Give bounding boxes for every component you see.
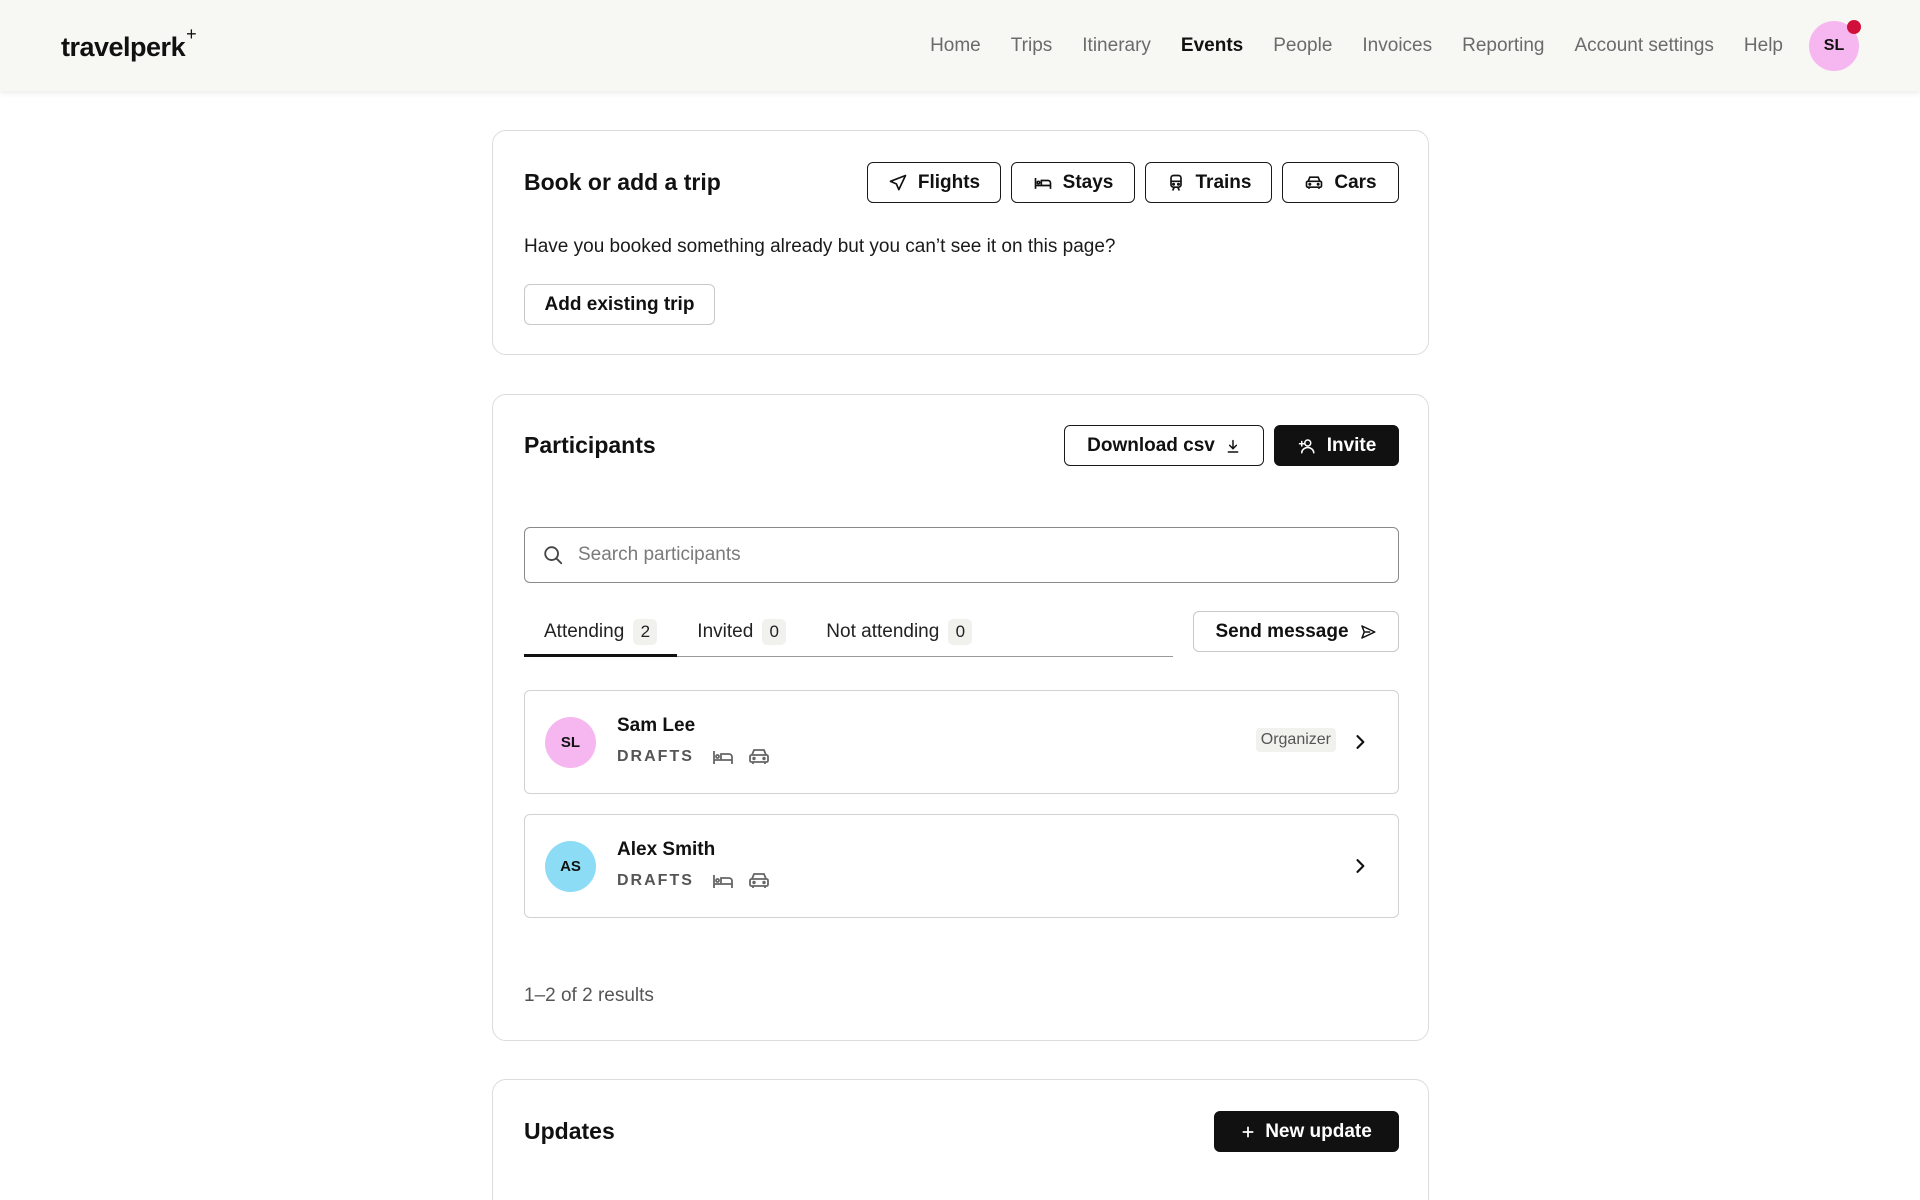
train-icon [1169, 174, 1182, 191]
stays-button[interactable]: Stays [1011, 162, 1135, 203]
bed-icon [1034, 177, 1051, 189]
nav-item-help[interactable]: Help [1744, 35, 1783, 57]
send-message-label: Send message [1215, 620, 1349, 642]
participant-row[interactable]: AS Alex Smith DRAFTS [524, 814, 1399, 918]
cars-button[interactable]: Cars [1282, 162, 1399, 203]
car-icon [749, 873, 769, 888]
book-trip-title: Book or add a trip [524, 169, 721, 195]
logo-text: travelperk [61, 32, 186, 62]
book-prompt-text: Have you booked something already but yo… [524, 236, 1116, 257]
new-update-button[interactable]: New update [1214, 1111, 1399, 1152]
flights-label: Flights [917, 171, 981, 193]
nav-item-events[interactable]: Events [1181, 35, 1243, 57]
user-initials: SL [1823, 36, 1845, 54]
logo-plus-mark: + [186, 24, 197, 44]
add-person-icon [1298, 438, 1315, 453]
chevron-right-icon[interactable] [1350, 855, 1370, 877]
nav-item-trips[interactable]: Trips [1011, 35, 1053, 57]
tab-invited-label: Invited [697, 621, 754, 642]
tab-not-attending[interactable]: Not attending 0 [806, 609, 992, 655]
invite-button[interactable]: Invite [1274, 425, 1399, 466]
download-csv-label: Download csv [1087, 434, 1215, 456]
organizer-badge: Organizer [1255, 728, 1336, 752]
download-csv-button[interactable]: Download csv [1064, 425, 1264, 466]
nav-item-people[interactable]: People [1273, 35, 1332, 57]
tab-attending-label: Attending [544, 620, 625, 642]
results-count: 1–2 of 2 results [524, 985, 654, 1006]
bed-icon [713, 751, 733, 764]
tab-attending-count: 2 [633, 618, 658, 645]
chevron-right-icon[interactable] [1350, 731, 1370, 753]
nav-item-itinerary[interactable]: Itinerary [1082, 35, 1151, 57]
tab-not-attending-count: 0 [948, 619, 973, 645]
nav-item-invoices[interactable]: Invoices [1362, 35, 1432, 57]
car-icon [749, 749, 769, 764]
download-icon [1227, 439, 1239, 453]
send-message-button[interactable]: Send message [1193, 611, 1399, 652]
nav-item-home[interactable]: Home [930, 35, 981, 57]
send-icon [1360, 624, 1376, 639]
cars-label: Cars [1334, 171, 1377, 193]
nav-item-reporting[interactable]: Reporting [1462, 35, 1544, 57]
stays-label: Stays [1062, 171, 1114, 193]
participant-row[interactable]: SL Sam Lee DRAFTS Organizer [524, 690, 1399, 794]
bed-icon [713, 875, 733, 888]
search-icon [544, 546, 563, 565]
main-nav: Home Trips Itinerary Events People Invoi… [930, 0, 1920, 91]
participant-status-tabs: Attending 2 Invited 0 Not attending 0 [524, 609, 1173, 657]
participant-name: Alex Smith [617, 839, 716, 860]
flights-button[interactable]: Flights [867, 162, 1001, 203]
plus-icon [1242, 1125, 1254, 1138]
participants-card: Participants Download csv Invite Attendi… [492, 394, 1429, 1041]
updates-card: Updates New update [492, 1079, 1429, 1200]
top-navigation-bar: travelperk+ Home Trips Itinerary Events … [0, 0, 1920, 91]
user-avatar[interactable]: SL [1809, 19, 1861, 71]
tab-attending[interactable]: Attending 2 [524, 609, 678, 657]
airplane-icon [889, 174, 907, 190]
trains-label: Trains [1195, 171, 1252, 193]
notification-dot [1847, 19, 1861, 34]
travelperk-logo[interactable]: travelperk+ [61, 24, 197, 63]
new-update-label: New update [1265, 1120, 1372, 1142]
book-trip-card: Book or add a trip Flights Stays Trains … [492, 130, 1429, 355]
participant-status: DRAFTS [617, 872, 694, 889]
search-participants-field[interactable] [524, 527, 1399, 583]
tab-invited[interactable]: Invited 0 [677, 609, 806, 655]
participants-title: Participants [524, 432, 656, 458]
add-existing-trip-button[interactable]: Add existing trip [524, 284, 715, 325]
tab-not-attending-label: Not attending [826, 621, 940, 642]
participant-avatar: SL [545, 717, 596, 768]
nav-item-account-settings[interactable]: Account settings [1575, 35, 1714, 57]
search-participants-input[interactable] [578, 544, 1358, 566]
trains-button[interactable]: Trains [1145, 162, 1272, 203]
invite-label: Invite [1326, 434, 1377, 456]
car-icon [1306, 175, 1323, 189]
tab-invited-count: 0 [762, 619, 787, 645]
participant-name: Sam Lee [617, 715, 696, 736]
participant-avatar: AS [545, 841, 596, 892]
participant-status: DRAFTS [617, 748, 694, 765]
updates-title: Updates [524, 1118, 615, 1144]
